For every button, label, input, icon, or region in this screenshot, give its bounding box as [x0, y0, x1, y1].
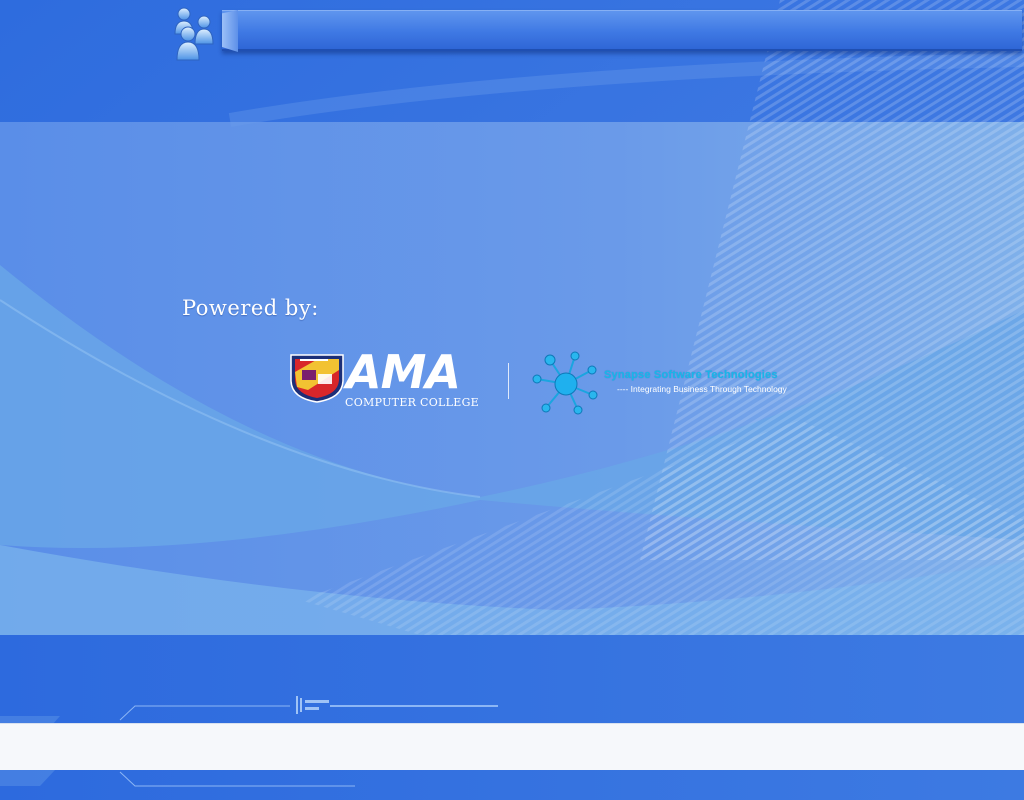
- ama-subtitle: COMPUTER COLLEGE: [345, 396, 480, 409]
- synapse-network-icon: [532, 351, 598, 415]
- status-bar: [0, 723, 1024, 770]
- users-group-icon: [174, 7, 214, 61]
- logo-divider: [508, 363, 509, 399]
- synapse-tagline: ---- Integrating Business Through Techno…: [617, 384, 787, 394]
- synapse-company-name: Synapse Software Technologies: [604, 369, 778, 381]
- background-artwork: [0, 0, 1024, 800]
- header-bar: [222, 10, 1022, 51]
- ama-wordmark: AMA: [346, 345, 461, 399]
- powered-by-label: Powered by:: [182, 296, 319, 320]
